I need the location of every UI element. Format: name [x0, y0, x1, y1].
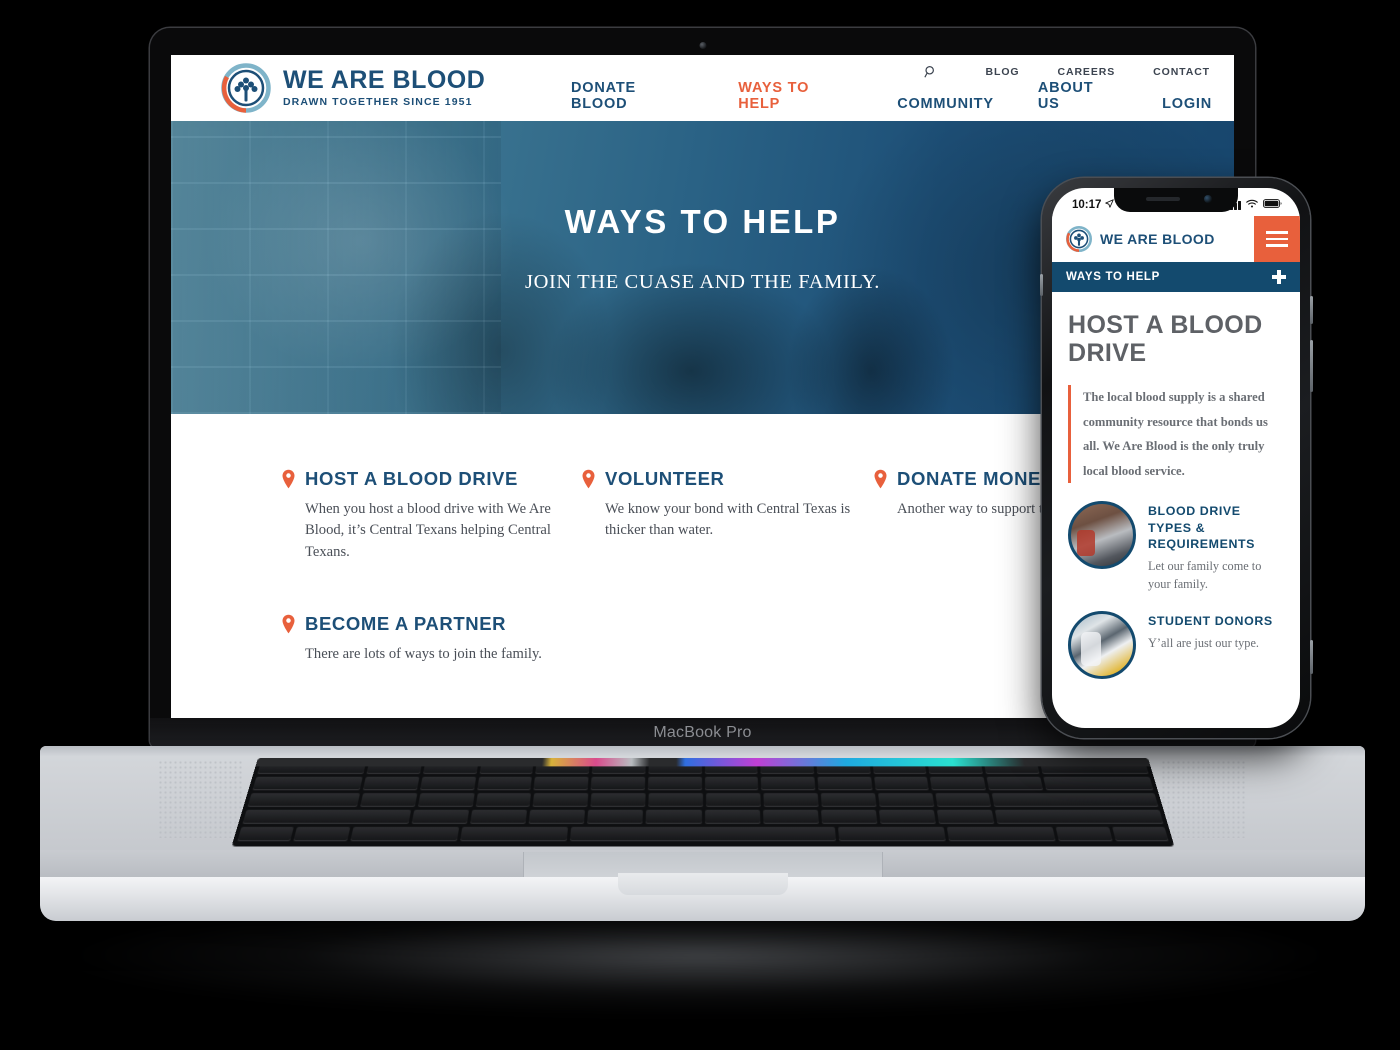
map-pin-icon: [581, 469, 596, 489]
list-item[interactable]: BLOOD DRIVE TYPES & REQUIREMENTS Let our…: [1068, 501, 1284, 593]
map-pin-icon: [281, 469, 296, 489]
webcam-icon: [699, 42, 706, 49]
phone-notch: [1114, 188, 1238, 212]
card-header: BECOME A PARTNER: [281, 613, 581, 635]
battery-icon: [1263, 199, 1282, 211]
nav-item-ways-to-help[interactable]: WAYS TO HELP: [738, 80, 853, 112]
status-time: 10:17: [1072, 199, 1102, 211]
map-pin-icon: [281, 614, 296, 634]
list-item-title: BLOOD DRIVE TYPES & REQUIREMENTS: [1148, 504, 1256, 551]
card-title: HOST A BLOOD DRIVE: [305, 468, 518, 489]
nav-link-blog[interactable]: BLOG: [986, 66, 1020, 78]
list-item-description: Let our family come to your family.: [1148, 559, 1262, 591]
card-volunteer[interactable]: VOLUNTEER We know your bond with Central…: [581, 468, 873, 563]
nav-item-donate-blood[interactable]: DONATE BLOOD: [571, 80, 694, 112]
list-item[interactable]: STUDENT DONORS Y’all are just our type.: [1068, 610, 1284, 679]
keyboard-row: [248, 776, 1157, 791]
site-header: WE ARE BLOOD DRAWN TOGETHER SINCE 1951 B…: [171, 55, 1234, 121]
primary-navigation: DONATE BLOOD WAYS TO HELP COMMUNITY ABOU…: [571, 80, 1212, 112]
keyboard-row: [233, 826, 1173, 842]
site-logo[interactable]: WE ARE BLOOD DRAWN TOGETHER SINCE 1951: [221, 63, 485, 113]
brand-text: WE ARE BLOOD DRAWN TOGETHER SINCE 1951: [283, 68, 485, 108]
card-title: VOLUNTEER: [605, 468, 725, 489]
phone-page-body: HOST A BLOOD DRIVE The local blood suppl…: [1052, 292, 1300, 679]
secondary-navigation: BLOG CAREERS CONTACT: [923, 65, 1210, 79]
nav-item-community[interactable]: COMMUNITY: [897, 96, 994, 112]
speaker-grill-right: [1161, 760, 1247, 838]
card-become-a-partner[interactable]: BECOME A PARTNER There are lots of ways …: [281, 613, 581, 665]
phone-blockquote: The local blood supply is a shared commu…: [1068, 385, 1284, 484]
nav-item-about-us[interactable]: ABOUT US: [1038, 80, 1118, 112]
card-host-a-blood-drive[interactable]: HOST A BLOOD DRIVE When you host a blood…: [281, 468, 581, 563]
keyboard[interactable]: [231, 758, 1175, 847]
phone-brand-name: WE ARE BLOOD: [1100, 231, 1215, 247]
list-item-text: BLOOD DRIVE TYPES & REQUIREMENTS Let our…: [1148, 501, 1284, 593]
brand-tagline: DRAWN TOGETHER SINCE 1951: [283, 96, 473, 109]
front-camera-icon: [1204, 195, 1212, 203]
device-label: MacBook Pro: [653, 724, 752, 741]
phone-site-logo[interactable]: WE ARE BLOOD: [1066, 226, 1215, 252]
touch-bar[interactable]: [255, 758, 1151, 767]
students-photo-thumbnail: [1068, 610, 1136, 679]
location-arrow-icon: [1105, 199, 1115, 211]
card-body: There are lots of ways to join the famil…: [305, 646, 542, 663]
phone-power-button[interactable]: [1309, 640, 1313, 674]
list-item-description: Y’all are just our type.: [1148, 636, 1259, 651]
card-header: HOST A BLOOD DRIVE: [281, 468, 581, 490]
lid-open-notch: [617, 873, 788, 895]
list-item-title: STUDENT DONORS: [1148, 613, 1273, 628]
earpiece-speaker-icon: [1146, 197, 1180, 201]
phone-page-title: HOST A BLOOD DRIVE: [1068, 311, 1263, 367]
screenshot-stage: WE ARE BLOOD DRAWN TOGETHER SINCE 1951 B…: [0, 0, 1400, 1050]
tree-in-circle-logo-icon: [221, 63, 271, 113]
plus-icon[interactable]: [1272, 270, 1286, 284]
search-icon[interactable]: [923, 65, 938, 79]
wifi-icon: [1246, 199, 1258, 211]
hamburger-menu-icon[interactable]: [1254, 216, 1300, 262]
card-title: DONATE MONEY: [897, 468, 1054, 489]
phone-blockquote-text: The local blood supply is a shared commu…: [1083, 390, 1268, 478]
iphone-mockup: 10:17 WE ARE BLOOD WAYS TO HELP HOST A B…: [1039, 178, 1313, 738]
main-navigation: BLOG CAREERS CONTACT DONATE BLOOD WAYS T…: [571, 55, 1220, 121]
phone-screen: 10:17 WE ARE BLOOD WAYS TO HELP HOST A B…: [1052, 188, 1300, 728]
phone-section-label: WAYS TO HELP: [1066, 271, 1161, 283]
phone-volume-up-button[interactable]: [1309, 296, 1313, 324]
brand-name: WE ARE BLOOD: [283, 66, 486, 95]
keyboard-row: [243, 793, 1162, 807]
card-body: When you host a blood drive with We Are …: [305, 501, 551, 560]
nav-item-login[interactable]: LOGIN: [1162, 96, 1212, 112]
phone-volume-down-button[interactable]: [1309, 340, 1313, 392]
list-item-text: STUDENT DONORS Y’all are just our type.: [1148, 611, 1273, 653]
speaker-grill-left: [158, 760, 244, 838]
keyboard-row: [238, 809, 1167, 824]
map-pin-icon: [873, 469, 888, 489]
nav-link-careers[interactable]: CAREERS: [1057, 66, 1115, 78]
card-header: VOLUNTEER: [581, 468, 873, 490]
tree-in-circle-logo-icon: [1066, 226, 1092, 252]
phone-site-header: WE ARE BLOOD: [1052, 216, 1300, 262]
card-body: We know your bond with Central Texas is …: [605, 501, 851, 539]
card-title: BECOME A PARTNER: [305, 613, 507, 635]
phone-section-bar[interactable]: WAYS TO HELP: [1052, 262, 1300, 292]
phone-silent-switch[interactable]: [1039, 274, 1043, 296]
nav-link-contact[interactable]: CONTACT: [1153, 66, 1210, 78]
people-photo-thumbnail: [1068, 501, 1136, 570]
laptop-base: [40, 746, 1365, 921]
